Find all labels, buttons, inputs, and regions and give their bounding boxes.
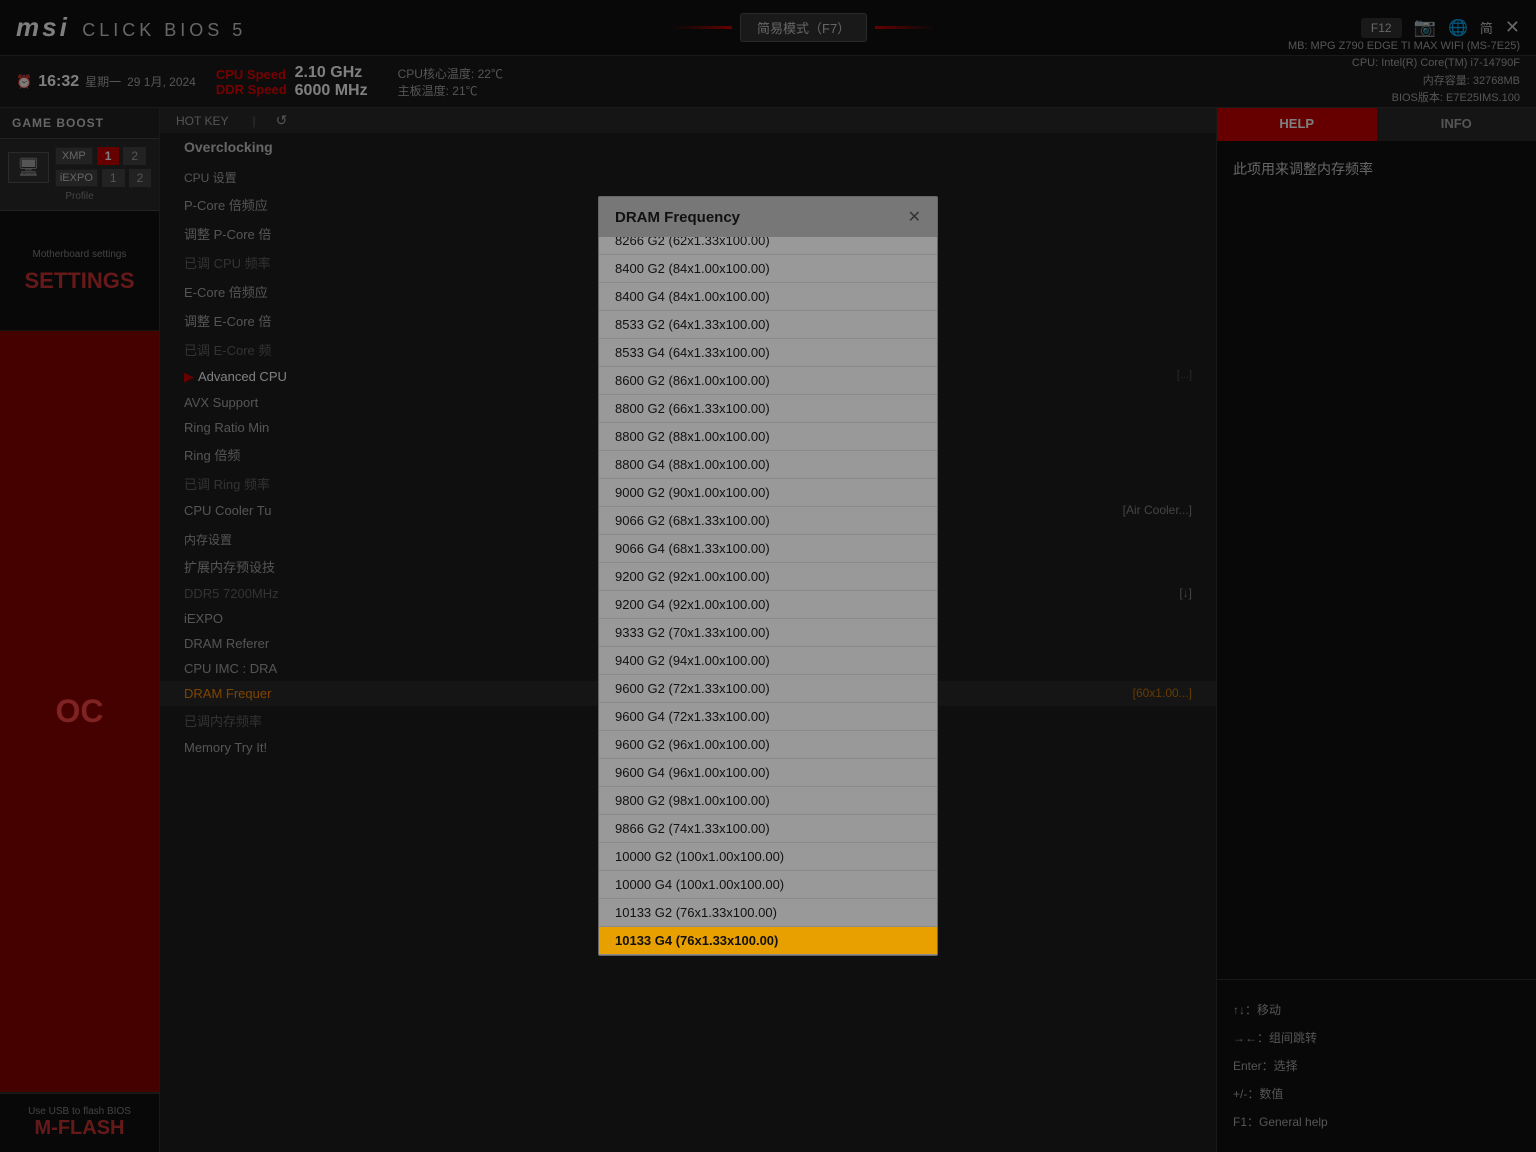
dram-frequency-modal: DRAM Frequency ✕ 8000 G4 (80x1.00x100.00…: [598, 196, 938, 956]
list-item[interactable]: 8400 G2 (84x1.00x100.00): [599, 255, 937, 283]
list-item[interactable]: 10000 G2 (100x1.00x100.00): [599, 843, 937, 871]
list-item[interactable]: 9066 G2 (68x1.33x100.00): [599, 507, 937, 535]
list-item[interactable]: 8800 G2 (66x1.33x100.00): [599, 395, 937, 423]
modal-title: DRAM Frequency: [615, 209, 740, 226]
list-item[interactable]: 9600 G2 (96x1.00x100.00): [599, 731, 937, 759]
list-item[interactable]: 9600 G2 (72x1.33x100.00): [599, 675, 937, 703]
list-item[interactable]: 8266 G2 (62x1.33x100.00): [599, 237, 937, 255]
list-item[interactable]: 8600 G2 (86x1.00x100.00): [599, 367, 937, 395]
modal-overlay: DRAM Frequency ✕ 8000 G4 (80x1.00x100.00…: [0, 0, 1536, 1152]
list-item[interactable]: 8533 G4 (64x1.33x100.00): [599, 339, 937, 367]
modal-close-btn[interactable]: ✕: [908, 207, 921, 227]
list-item[interactable]: 9600 G4 (96x1.00x100.00): [599, 759, 937, 787]
list-item[interactable]: 9800 G2 (98x1.00x100.00): [599, 787, 937, 815]
list-item[interactable]: 8800 G2 (88x1.00x100.00): [599, 423, 937, 451]
list-item[interactable]: 10133 G2 (76x1.33x100.00): [599, 899, 937, 927]
list-item[interactable]: 9866 G2 (74x1.33x100.00): [599, 815, 937, 843]
list-item[interactable]: 9000 G2 (90x1.00x100.00): [599, 479, 937, 507]
modal-header: DRAM Frequency ✕: [599, 197, 937, 237]
list-item[interactable]: 9066 G4 (68x1.33x100.00): [599, 535, 937, 563]
list-item[interactable]: 10000 G4 (100x1.00x100.00): [599, 871, 937, 899]
list-item[interactable]: 9600 G4 (72x1.33x100.00): [599, 703, 937, 731]
modal-list[interactable]: 8000 G4 (80x1.00x100.00)8200 G2 (82x1.00…: [599, 237, 937, 955]
list-item[interactable]: 9200 G4 (92x1.00x100.00): [599, 591, 937, 619]
list-item[interactable]: 8533 G2 (64x1.33x100.00): [599, 311, 937, 339]
list-item[interactable]: 9400 G2 (94x1.00x100.00): [599, 647, 937, 675]
list-item[interactable]: 9200 G2 (92x1.00x100.00): [599, 563, 937, 591]
list-item[interactable]: 10133 G4 (76x1.33x100.00): [599, 927, 937, 955]
list-item[interactable]: 9333 G2 (70x1.33x100.00): [599, 619, 937, 647]
list-item[interactable]: 8400 G4 (84x1.00x100.00): [599, 283, 937, 311]
list-item[interactable]: 8800 G4 (88x1.00x100.00): [599, 451, 937, 479]
